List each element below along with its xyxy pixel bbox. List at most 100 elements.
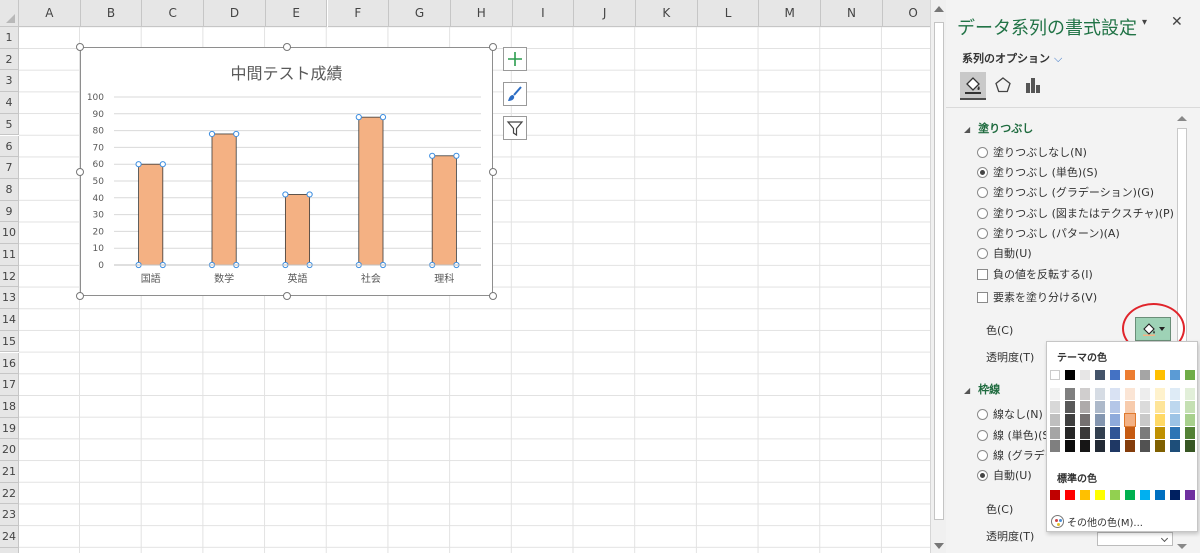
theme-shade-swatch[interactable] bbox=[1155, 440, 1165, 452]
bar-selection-handle[interactable] bbox=[429, 152, 436, 159]
standard-color-swatch[interactable] bbox=[1050, 490, 1060, 500]
worksheet[interactable]: ABCDEFGHIJKLMNO 1 2 3 4 5 6 7 8 9 10 11 12 13 14 15 16 1… bbox=[0, 0, 930, 553]
row-header-8[interactable]: 8 bbox=[0, 178, 19, 201]
theme-shade-swatch[interactable] bbox=[1140, 440, 1150, 452]
vary-colors-checkbox[interactable]: 要素を塗り分ける(V) bbox=[977, 289, 1097, 305]
theme-shade-swatch[interactable] bbox=[1185, 401, 1195, 413]
bar[interactable] bbox=[284, 194, 311, 266]
theme-shade-swatch[interactable] bbox=[1110, 388, 1120, 400]
chart-resize-handle[interactable] bbox=[76, 292, 84, 300]
series-options-dropdown[interactable]: 系列のオプション ⌵ bbox=[962, 50, 1062, 66]
line-gradient-radio[interactable]: 線 (グラデー bbox=[977, 447, 1056, 463]
tab-series-options[interactable] bbox=[1020, 72, 1046, 98]
column-header-G[interactable]: G bbox=[389, 0, 451, 27]
scroll-down-icon[interactable] bbox=[1177, 544, 1187, 549]
theme-shade-swatch[interactable] bbox=[1080, 440, 1090, 452]
row-header-7[interactable]: 7 bbox=[0, 157, 19, 179]
plot-area[interactable]: 0 10 20 30 40 50 60 70 80 90 100 国語 数学 英語 社会 理科 bbox=[81, 48, 494, 297]
column-header-O[interactable]: O bbox=[882, 0, 930, 27]
row-header-6[interactable]: 6 bbox=[0, 135, 19, 158]
row-header-11[interactable]: 11 bbox=[0, 244, 19, 266]
column-header-B[interactable]: B bbox=[80, 0, 143, 27]
row-header-14[interactable]: 14 bbox=[0, 309, 19, 331]
theme-shade-swatch[interactable] bbox=[1080, 388, 1090, 400]
line-none-radio[interactable]: 線なし(N) bbox=[977, 406, 1043, 422]
theme-shade-swatch[interactable] bbox=[1140, 414, 1150, 426]
theme-color-swatch[interactable] bbox=[1185, 370, 1195, 380]
bar-chart[interactable]: 中間テスト成績 0 10 20 30 40 50 60 70 80 90 100 国語 数学 英語 社会 理科 bbox=[76, 43, 497, 300]
theme-color-swatch[interactable] bbox=[1065, 370, 1075, 380]
theme-shade-swatch[interactable] bbox=[1050, 440, 1060, 452]
chart-resize-handle[interactable] bbox=[489, 292, 497, 300]
theme-shade-swatch[interactable] bbox=[1155, 427, 1165, 439]
fill-picture-radio[interactable]: 塗りつぶし (図またはテクスチャ)(P) bbox=[977, 205, 1174, 221]
line-transparency-input[interactable] bbox=[1097, 532, 1173, 546]
theme-shade-swatch[interactable] bbox=[1170, 414, 1180, 426]
standard-color-swatch[interactable] bbox=[1155, 490, 1165, 500]
bar-selection-handle[interactable] bbox=[135, 161, 142, 168]
theme-shade-swatch[interactable] bbox=[1170, 427, 1180, 439]
row-header-12[interactable]: 12 bbox=[0, 265, 19, 288]
line-solid-radio[interactable]: 線 (単色)(S) bbox=[977, 427, 1054, 443]
scroll-up-icon[interactable] bbox=[1177, 116, 1187, 121]
theme-shade-swatch[interactable] bbox=[1065, 440, 1075, 452]
row-header-16[interactable]: 16 bbox=[0, 352, 19, 375]
theme-shade-swatch[interactable] bbox=[1110, 414, 1120, 426]
theme-shade-swatch[interactable] bbox=[1095, 414, 1105, 426]
theme-color-swatch[interactable] bbox=[1080, 370, 1090, 380]
theme-shade-swatch[interactable] bbox=[1125, 388, 1135, 400]
standard-color-swatch[interactable] bbox=[1185, 490, 1195, 500]
bar-selection-handle[interactable] bbox=[306, 191, 313, 198]
theme-shade-swatch[interactable] bbox=[1125, 401, 1135, 413]
row-header-9[interactable]: 9 bbox=[0, 200, 19, 223]
theme-color-swatch[interactable] bbox=[1125, 370, 1135, 380]
chart-resize-handle[interactable] bbox=[489, 167, 497, 176]
row-header-15[interactable]: 15 bbox=[0, 330, 19, 353]
line-auto-radio[interactable]: 自動(U) bbox=[977, 467, 1032, 483]
theme-color-swatch[interactable] bbox=[1095, 370, 1105, 380]
more-colors-button[interactable]: その他の色(M)... bbox=[1051, 514, 1143, 529]
column-header-L[interactable]: L bbox=[697, 0, 760, 27]
bar-selection-handle[interactable] bbox=[282, 191, 289, 198]
theme-shade-swatch[interactable] bbox=[1170, 401, 1180, 413]
fill-solid-radio[interactable]: 塗りつぶし (単色)(S) bbox=[977, 164, 1098, 180]
theme-shade-swatch[interactable] bbox=[1185, 427, 1195, 439]
theme-shade-swatch[interactable] bbox=[1095, 388, 1105, 400]
column-header-K[interactable]: K bbox=[636, 0, 698, 27]
theme-shade-swatch[interactable] bbox=[1185, 440, 1195, 452]
theme-shade-swatch[interactable] bbox=[1080, 427, 1090, 439]
standard-color-swatch[interactable] bbox=[1095, 490, 1105, 500]
bar-selection-handle[interactable] bbox=[355, 114, 362, 121]
theme-shade-swatch[interactable] bbox=[1080, 414, 1090, 426]
scroll-thumb[interactable] bbox=[934, 22, 944, 520]
tab-effects[interactable] bbox=[990, 72, 1016, 98]
column-header-E[interactable]: E bbox=[265, 0, 328, 27]
theme-shade-swatch[interactable] bbox=[1155, 401, 1165, 413]
chart-resize-handle[interactable] bbox=[76, 43, 84, 51]
theme-shade-swatch[interactable] bbox=[1050, 401, 1060, 413]
bar[interactable] bbox=[358, 116, 384, 266]
row-header-22[interactable]: 22 bbox=[0, 482, 19, 505]
sheet-vertical-scrollbar[interactable] bbox=[930, 0, 946, 553]
row-header-20[interactable]: 20 bbox=[0, 439, 19, 461]
bar[interactable] bbox=[431, 155, 457, 266]
bar-selection-handle[interactable] bbox=[453, 152, 460, 159]
theme-shade-swatch[interactable] bbox=[1125, 440, 1135, 452]
pane-menu-icon[interactable]: ▾ bbox=[1142, 17, 1147, 28]
fill-section-toggle[interactable]: ◢ 塗りつぶし bbox=[964, 120, 1033, 136]
theme-shade-swatch[interactable] bbox=[1080, 401, 1090, 413]
row-header-23[interactable]: 23 bbox=[0, 504, 19, 527]
invert-negative-checkbox[interactable]: 負の値を反転する(I) bbox=[977, 266, 1093, 282]
row-header-19[interactable]: 19 bbox=[0, 417, 19, 440]
theme-color-swatch[interactable] bbox=[1155, 370, 1165, 380]
row-header-5[interactable]: 5 bbox=[0, 113, 19, 136]
theme-shade-swatch[interactable] bbox=[1095, 427, 1105, 439]
scroll-up-icon[interactable] bbox=[934, 6, 944, 12]
theme-shade-swatch[interactable] bbox=[1110, 401, 1120, 413]
line-section-toggle[interactable]: ◢ 枠線 bbox=[964, 381, 1000, 397]
row-header-25[interactable]: 25 bbox=[0, 547, 19, 553]
theme-shade-swatch[interactable] bbox=[1170, 440, 1180, 452]
theme-shade-swatch[interactable] bbox=[1110, 440, 1120, 452]
theme-shade-swatch[interactable] bbox=[1050, 427, 1060, 439]
row-header-1[interactable]: 1 bbox=[0, 27, 19, 49]
